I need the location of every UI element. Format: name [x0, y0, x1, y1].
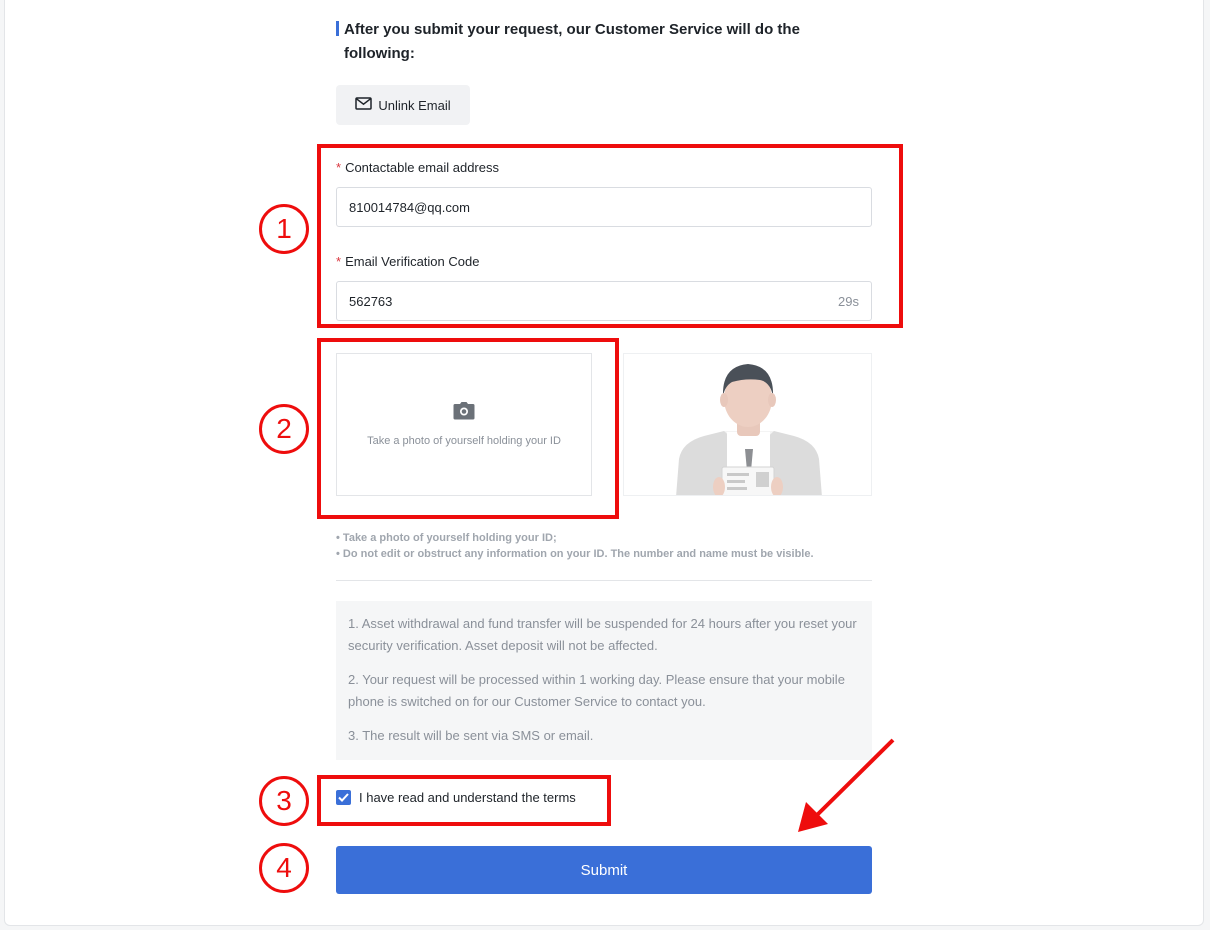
annotation-box-2 [317, 338, 619, 519]
tip-item: Do not edit or obstruct any information … [336, 546, 814, 562]
submit-button[interactable]: Submit [336, 846, 872, 894]
annotation-box-3 [317, 775, 611, 826]
photo-tips: Take a photo of yourself holding your ID… [336, 530, 814, 562]
sample-photo [623, 353, 872, 496]
annotation-step-4: 4 [259, 843, 309, 893]
unlink-email-label: Unlink Email [378, 97, 451, 113]
annotation-step-3: 3 [259, 776, 309, 826]
notice-item: 1. Asset withdrawal and fund transfer wi… [348, 616, 857, 653]
mail-icon [355, 97, 373, 113]
annotation-box-1 [317, 144, 903, 328]
notice-item: 3. The result will be sent via SMS or em… [348, 728, 594, 743]
divider [336, 580, 872, 581]
tip-item: Take a photo of yourself holding your ID… [336, 530, 814, 546]
annotation-arrow [798, 738, 895, 832]
unlink-email-chip[interactable]: Unlink Email [336, 85, 470, 125]
notice-item: 2. Your request will be processed within… [348, 672, 845, 709]
page-heading: After you submit your request, our Custo… [344, 21, 800, 62]
annotation-step-1: 1 [259, 204, 309, 254]
annotation-step-2: 2 [259, 404, 309, 454]
